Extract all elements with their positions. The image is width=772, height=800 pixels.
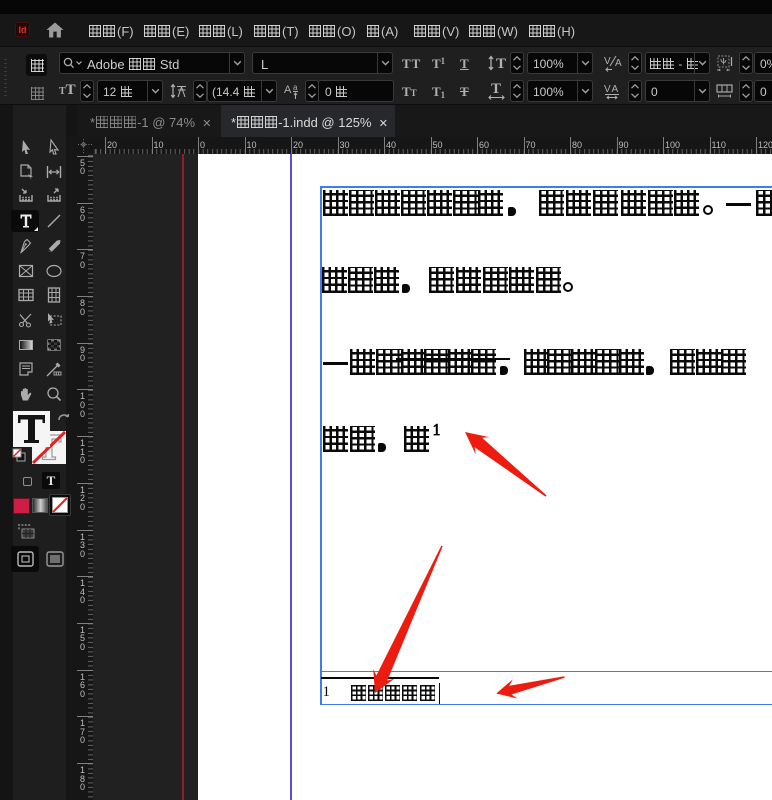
svg-text:V: V xyxy=(604,84,611,95)
svg-text:a: a xyxy=(293,83,298,92)
svg-text:A: A xyxy=(615,58,622,69)
svg-text:T: T xyxy=(496,56,506,72)
svg-text:A: A xyxy=(284,84,292,96)
svg-text:T: T xyxy=(491,82,501,97)
svg-text:A: A xyxy=(612,84,619,95)
